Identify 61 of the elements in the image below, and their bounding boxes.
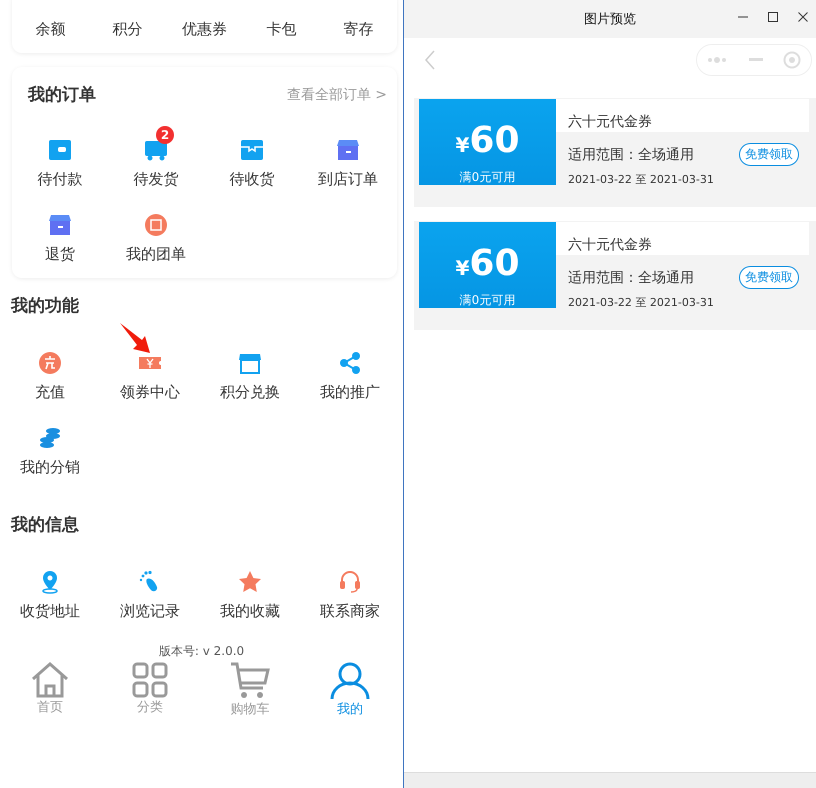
- menu-item[interactable]: 2 待发货: [108, 126, 204, 189]
- coins-icon: [38, 426, 62, 450]
- count-badge: 2: [156, 126, 174, 144]
- section-title: 我的功能: [10, 295, 80, 317]
- shop-icon: [336, 138, 360, 162]
- maximize-icon[interactable]: [766, 10, 780, 24]
- version-text: 版本号: v 2.0.0: [158, 643, 244, 660]
- coupon-condition: 满0元可用: [460, 169, 516, 186]
- menu-item[interactable]: 浏览记录: [100, 558, 200, 621]
- menu-item[interactable]: 领券中心: [100, 339, 200, 402]
- home-icon: [30, 662, 70, 698]
- close-icon[interactable]: [796, 10, 810, 24]
- coupon-dates: 2021-03-22 至 2021-03-31: [568, 295, 715, 310]
- coupon-dates: 2021-03-22 至 2021-03-31: [568, 172, 715, 187]
- headset-icon: [338, 570, 362, 594]
- menu-item[interactable]: 我的收藏: [200, 558, 300, 621]
- claim-button[interactable]: 免费领取: [739, 143, 799, 166]
- menu-item[interactable]: 待付款: [12, 126, 108, 189]
- menu-item[interactable]: 到店订单: [300, 126, 396, 189]
- menu-item[interactable]: 退货: [12, 201, 108, 264]
- back-icon[interactable]: [424, 50, 436, 70]
- coupon-amount: ¥60: [455, 242, 520, 286]
- menu-item[interactable]: 充值: [0, 339, 100, 402]
- cart-icon: [230, 662, 270, 700]
- coupon-title: 六十元代金券: [568, 236, 653, 254]
- shop-icon: [48, 213, 72, 237]
- user-icon: [330, 662, 370, 700]
- menu-item[interactable]: 我的团单: [108, 201, 204, 264]
- box-icon: [240, 138, 264, 162]
- menu-item[interactable]: 待收货: [204, 126, 300, 189]
- store-icon: [238, 351, 262, 375]
- wallet-icon: [48, 138, 72, 162]
- coupon-title: 六十元代金券: [568, 113, 653, 131]
- share-icon: [338, 351, 362, 375]
- menu-item[interactable]: 收货地址: [0, 558, 100, 621]
- window-title: 图片预览: [584, 11, 636, 28]
- coupon-scope: 适用范围：全场通用: [568, 268, 694, 286]
- recharge-icon: [38, 351, 62, 375]
- section-title: 我的订单: [28, 84, 96, 106]
- target-icon[interactable]: [783, 51, 801, 69]
- account-item[interactable]: 卡包: [243, 20, 320, 39]
- menu-item[interactable]: 积分兑换: [200, 339, 300, 402]
- truck-icon: [144, 138, 168, 162]
- account-item[interactable]: 积分: [89, 20, 166, 39]
- more-icon[interactable]: [707, 56, 729, 64]
- pointer-arrow: [120, 323, 150, 353]
- coupon-condition: 满0元可用: [460, 292, 516, 309]
- star-icon: [238, 570, 262, 594]
- account-item[interactable]: 余额: [12, 20, 89, 39]
- menu-item[interactable]: 我的分销: [0, 414, 100, 477]
- account-item[interactable]: 优惠券: [166, 20, 243, 39]
- menu-item[interactable]: 我的推广: [300, 339, 400, 402]
- section-title: 我的信息: [10, 514, 80, 536]
- group-icon: [144, 213, 168, 237]
- grid-icon: [132, 662, 168, 698]
- account-item[interactable]: 寄存: [320, 20, 397, 39]
- menu-item[interactable]: 联系商家: [300, 558, 400, 621]
- coupon-scope: 适用范围：全场通用: [568, 146, 694, 164]
- tab[interactable]: 我的: [300, 662, 400, 718]
- claim-button[interactable]: 免费领取: [739, 266, 799, 289]
- coupon-amount: ¥60: [455, 119, 520, 163]
